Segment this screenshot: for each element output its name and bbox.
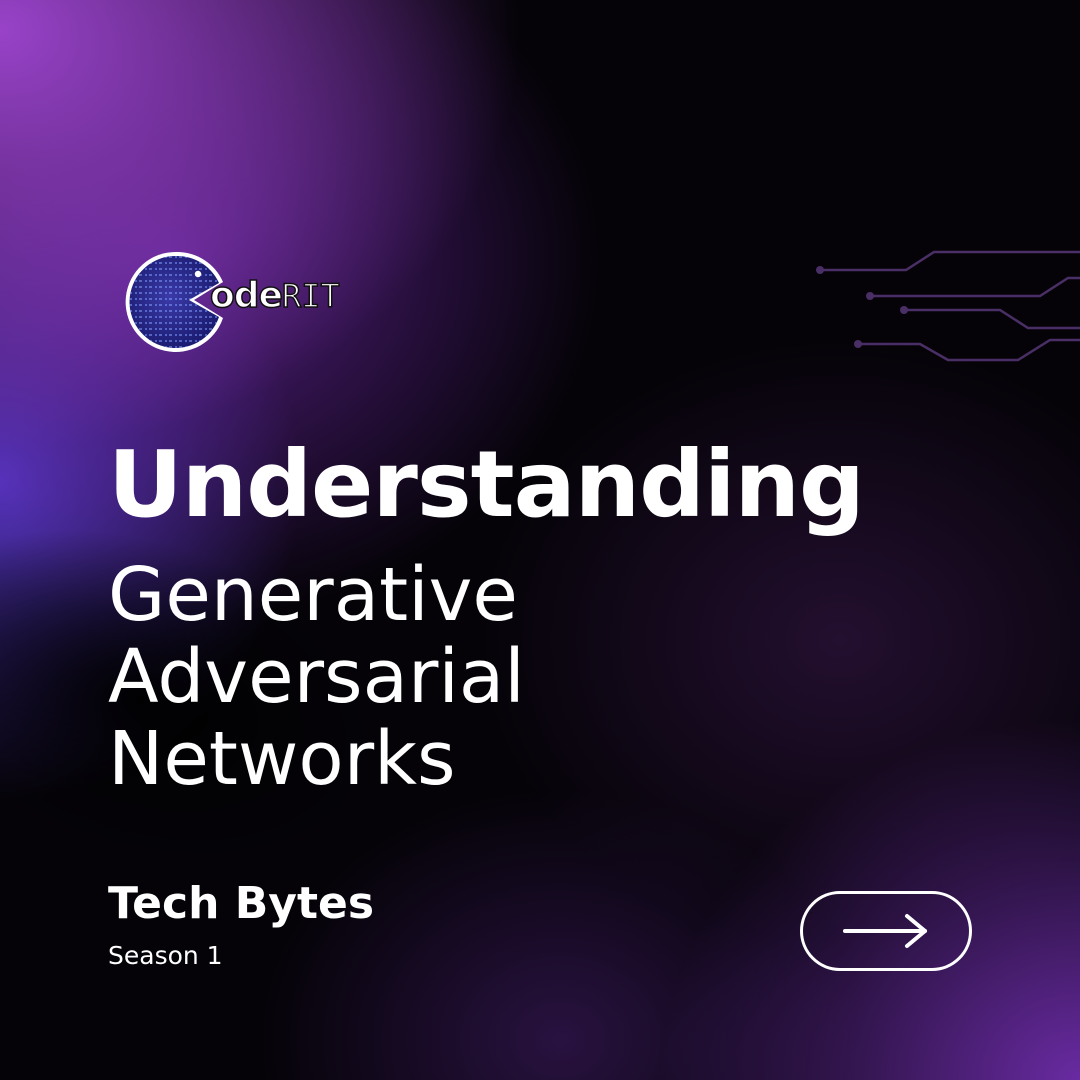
next-button[interactable]	[800, 891, 972, 971]
subtitle-line: Generative	[108, 552, 518, 638]
page-title: Understanding	[108, 431, 865, 538]
page-subtitle: Generative Adversarial Networks	[108, 554, 525, 800]
arrow-right-icon	[843, 914, 927, 948]
brand-logo: odeRIT	[124, 248, 354, 358]
circuit-lines-icon	[816, 250, 1080, 362]
subtitle-line: Networks	[108, 716, 456, 802]
season-label: Season 1	[108, 941, 223, 970]
series-name: Tech Bytes	[108, 878, 375, 929]
subtitle-line: Adversarial	[108, 634, 525, 720]
slide-canvas: odeRIT Understanding Generative Adversar…	[0, 0, 1080, 1080]
logo-wordmark: odeRIT	[209, 274, 340, 317]
